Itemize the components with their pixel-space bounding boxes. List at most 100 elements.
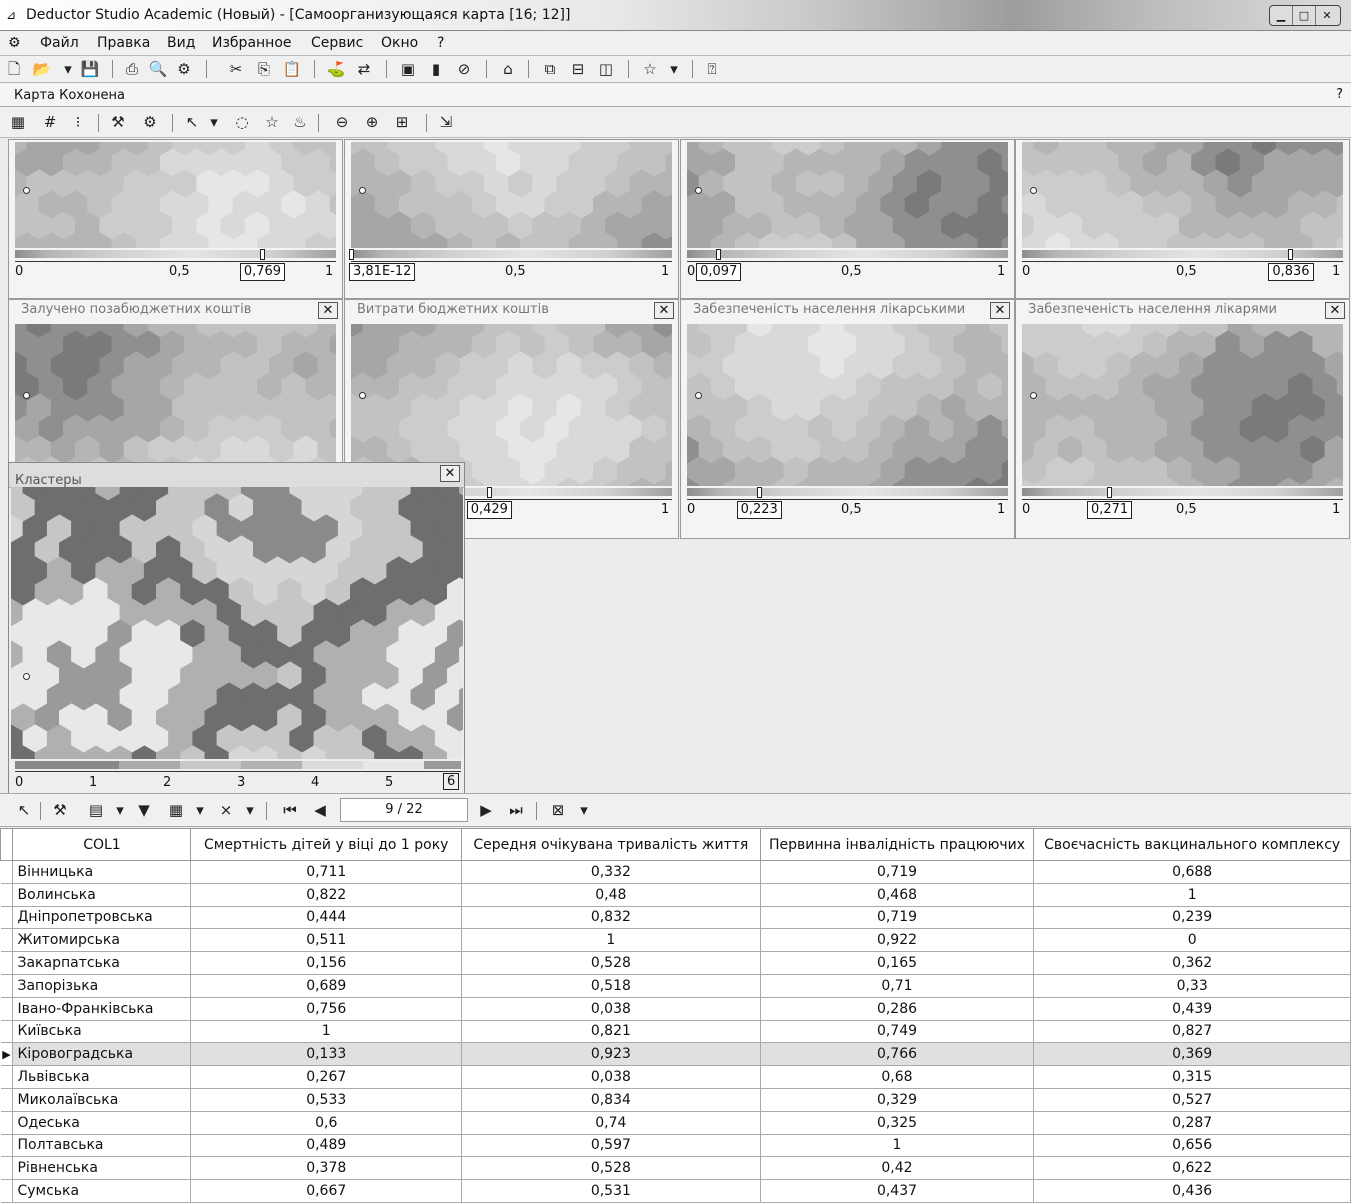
region-name-cell[interactable]: Волинська: [12, 882, 192, 907]
table-row[interactable]: Київська 1 0,821 0,749 0,827: [0, 1019, 1351, 1044]
value-cell[interactable]: 0,689: [190, 973, 463, 998]
menu-favorites[interactable]: Избранное: [212, 35, 292, 51]
dropdown-icon[interactable]: ▾: [190, 800, 210, 820]
table-row[interactable]: Житомирська 0,511 1 0,922 0: [0, 928, 1351, 953]
grid-icon[interactable]: ▦: [8, 112, 28, 132]
value-cell[interactable]: 0,827: [1033, 1019, 1351, 1044]
value-cell[interactable]: 0,622: [1033, 1156, 1351, 1181]
print-setup-icon[interactable]: ⚙: [174, 59, 194, 79]
table-row[interactable]: Полтавська 0,489 0,597 1 0,656: [0, 1133, 1351, 1158]
help-icon[interactable]: ⍰: [702, 59, 722, 79]
lasso-icon[interactable]: ◌: [232, 112, 252, 132]
region-name-cell[interactable]: Вінницька: [12, 860, 192, 884]
pin-icon[interactable]: ♨: [290, 112, 310, 132]
kohonen-map-panel[interactable]: Забезпеченість населення лікарями ✕ 0 0,5 1 0…: [1015, 299, 1350, 539]
row-indicator[interactable]: [0, 1179, 14, 1203]
value-cell[interactable]: 0,267: [190, 1065, 463, 1089]
kohonen-map[interactable]: [1022, 142, 1343, 248]
tile-vertical-icon[interactable]: ◫: [596, 59, 616, 79]
value-cell[interactable]: 0,766: [759, 1042, 1035, 1067]
value-cell[interactable]: 0,528: [461, 951, 761, 975]
close-panel-button[interactable]: ✕: [654, 302, 674, 319]
value-cell[interactable]: 0,287: [1033, 1110, 1351, 1135]
value-marker[interactable]: [349, 249, 354, 260]
region-name-cell[interactable]: Полтавська: [12, 1133, 192, 1158]
table-row[interactable]: Закарпатська 0,156 0,528 0,165 0,362: [0, 951, 1351, 975]
kohonen-map[interactable]: [1022, 324, 1343, 486]
value-cell[interactable]: 0,489: [190, 1133, 463, 1158]
value-cell[interactable]: 0,42: [759, 1156, 1035, 1181]
pointer-icon[interactable]: ↖: [182, 112, 202, 132]
value-cell[interactable]: 0,923: [461, 1042, 761, 1067]
kohonen-map-panel[interactable]: 0 0,5 1 0,097: [680, 139, 1015, 299]
close-panel-button[interactable]: ✕: [1325, 302, 1345, 319]
region-name-cell[interactable]: Київська: [12, 1019, 192, 1044]
fit-icon[interactable]: ⊞: [392, 112, 412, 132]
table-row[interactable]: Рівненська 0,378 0,528 0,42 0,622: [0, 1156, 1351, 1181]
home-icon[interactable]: ⌂: [498, 59, 518, 79]
value-cell[interactable]: 0,038: [461, 1065, 761, 1089]
first-record-icon[interactable]: ⏮: [280, 800, 300, 820]
row-indicator[interactable]: [0, 1019, 14, 1044]
paste-icon[interactable]: 📋: [282, 59, 302, 79]
row-indicator[interactable]: [0, 860, 14, 884]
previous-record-icon[interactable]: ◀: [310, 800, 330, 820]
next-record-icon[interactable]: ▶: [476, 800, 496, 820]
column-header[interactable]: Середня очікувана тривалість життя: [461, 828, 761, 861]
menu-edit[interactable]: Правка: [97, 35, 150, 51]
minimize-button[interactable]: ▁: [1270, 6, 1293, 25]
table-row[interactable]: Вінницька 0,711 0,332 0,719 0,688: [0, 860, 1351, 884]
close-panel-button[interactable]: ✕: [318, 302, 338, 319]
kohonen-map[interactable]: [15, 142, 336, 248]
value-cell[interactable]: 0,756: [190, 996, 463, 1021]
scatter-icon[interactable]: ⁝: [68, 112, 88, 132]
value-cell[interactable]: 0,439: [1033, 996, 1351, 1021]
value-marker[interactable]: [1288, 249, 1294, 260]
value-cell[interactable]: 0,286: [759, 996, 1035, 1021]
table-row[interactable]: ▶ Кіровоградська 0,133 0,923 0,766 0,369: [0, 1042, 1351, 1067]
value-cell[interactable]: 0,518: [461, 973, 761, 998]
table-view-icon[interactable]: ▤: [86, 800, 106, 820]
pointer-icon[interactable]: ↖: [14, 800, 34, 820]
value-cell[interactable]: 0,511: [190, 928, 463, 953]
value-cell[interactable]: 0,315: [1033, 1065, 1351, 1089]
column-header[interactable]: Своєчасність вакцинального комплексу: [1033, 828, 1351, 861]
stop-icon[interactable]: ⊘: [454, 59, 474, 79]
dropdown-icon[interactable]: ▾: [204, 112, 224, 132]
value-cell[interactable]: 0,239: [1033, 905, 1351, 930]
value-cell[interactable]: 0,527: [1033, 1087, 1351, 1112]
menu-service[interactable]: Сервис: [311, 35, 363, 51]
row-indicator[interactable]: [0, 882, 14, 907]
column-header[interactable]: Первинна інвалідність працюючих: [759, 828, 1035, 861]
value-marker[interactable]: [259, 249, 265, 260]
maximize-button[interactable]: □: [1293, 6, 1316, 25]
value-cell[interactable]: 0,74: [461, 1110, 761, 1135]
record-position[interactable]: 9 / 22: [340, 798, 468, 822]
value-cell[interactable]: 0,325: [759, 1110, 1035, 1135]
kohonen-map-panel[interactable]: 0 0,5 1 0,769: [8, 139, 343, 299]
open-folder-icon[interactable]: 📂: [32, 59, 52, 79]
cursor-icon[interactable]: ⇲: [436, 112, 456, 132]
menu-help[interactable]: ?: [437, 35, 444, 51]
region-name-cell[interactable]: Дніпропетровська: [12, 905, 192, 930]
value-cell[interactable]: 0,719: [759, 905, 1035, 930]
dropdown-icon[interactable]: ▾: [110, 800, 130, 820]
value-cell[interactable]: 0,719: [759, 860, 1035, 884]
close-clusters-button[interactable]: ✕: [440, 465, 460, 482]
value-cell[interactable]: 0,6: [190, 1110, 463, 1135]
value-cell[interactable]: 0,038: [461, 996, 761, 1021]
value-cell[interactable]: 0,834: [461, 1087, 761, 1112]
value-cell[interactable]: 1: [190, 1019, 463, 1044]
dropdown-icon[interactable]: ▾: [58, 59, 78, 79]
region-name-cell[interactable]: Львівська: [12, 1065, 192, 1089]
menu-window[interactable]: Окно: [381, 35, 418, 51]
column-header[interactable]: Смертність дітей у віці до 1 року: [190, 828, 463, 861]
kohonen-map[interactable]: [687, 142, 1008, 248]
row-indicator[interactable]: [0, 928, 14, 953]
save-icon[interactable]: 💾: [80, 59, 100, 79]
properties-icon[interactable]: ⚒: [50, 800, 70, 820]
value-cell[interactable]: 0,711: [190, 860, 463, 884]
value-cell[interactable]: 0,71: [759, 973, 1035, 998]
region-name-cell[interactable]: Житомирська: [12, 928, 192, 953]
tile-horizontal-icon[interactable]: ⊟: [568, 59, 588, 79]
